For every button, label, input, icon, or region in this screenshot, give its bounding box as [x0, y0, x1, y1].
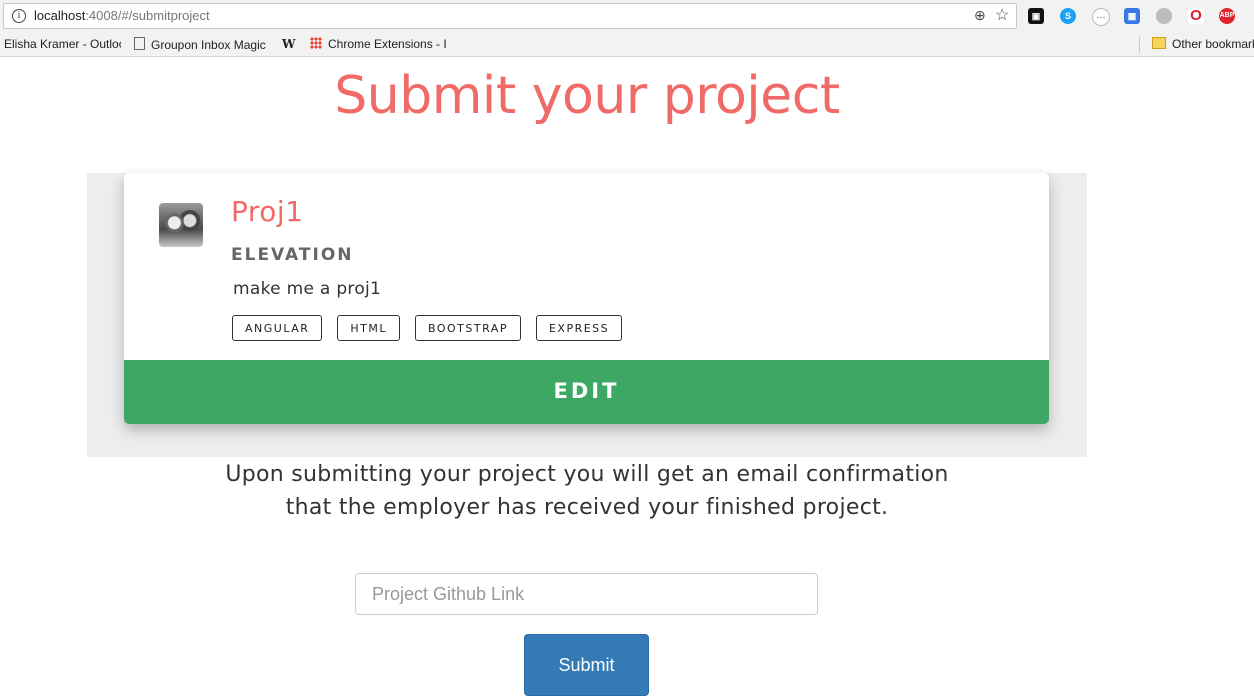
- page-icon: [134, 37, 145, 50]
- submit-button[interactable]: Submit: [524, 634, 649, 696]
- github-link-input[interactable]: [355, 573, 818, 615]
- bookmark-label: Groupon Inbox Magic: [151, 38, 266, 52]
- bookmark-label: Other bookmarks: [1172, 37, 1254, 51]
- tag-html: HTML: [337, 315, 401, 341]
- page-title: Submit your project: [334, 66, 840, 126]
- url-path: :4008/#/submitproject: [85, 8, 210, 23]
- wikipedia-icon: W: [282, 37, 296, 51]
- bookmarks-divider: [1139, 37, 1140, 53]
- edit-button[interactable]: EDIT: [124, 360, 1049, 424]
- folder-icon: [1152, 37, 1166, 49]
- fingerprint-extension-icon[interactable]: [1156, 8, 1172, 24]
- bookmark-chrome-extensions[interactable]: Chrome Extensions - I: [310, 37, 446, 51]
- skype-extension-icon[interactable]: S: [1060, 8, 1076, 24]
- bookmark-groupon[interactable]: Groupon Inbox Magic: [134, 37, 266, 52]
- bookmark-star-icon[interactable]: ☆: [995, 5, 1009, 25]
- submission-info: Upon submitting your project you will ge…: [0, 458, 1174, 524]
- bookmark-other[interactable]: Other bookmarks: [1152, 37, 1254, 51]
- company-name: ELEVATION: [231, 245, 354, 265]
- bookmark-label: Chrome Extensions - I: [328, 37, 446, 51]
- project-description: make me a proj1: [233, 279, 382, 299]
- info-icon[interactable]: i: [12, 9, 26, 23]
- project-avatar: [159, 203, 203, 247]
- tag-angular: ANGULAR: [232, 315, 323, 341]
- address-bar[interactable]: i localhost:4008/#/submitproject ⊕ ☆: [3, 3, 1017, 29]
- tech-tags: ANGULAR HTML BOOTSTRAP EXPRESS: [232, 315, 623, 341]
- adblock-extension-icon[interactable]: ABP: [1219, 8, 1235, 24]
- apps-grid-icon: [310, 37, 322, 49]
- browser-toolbar: i localhost:4008/#/submitproject ⊕ ☆ ▣ S…: [0, 0, 1254, 33]
- tag-express: EXPRESS: [535, 315, 623, 341]
- circle-extension-icon[interactable]: ⋯: [1092, 8, 1110, 26]
- project-card: Proj1 ELEVATION make me a proj1 ANGULAR …: [124, 173, 1049, 424]
- url-host: localhost: [34, 8, 86, 23]
- info-line-1: Upon submitting your project you will ge…: [225, 462, 949, 487]
- bookmark-wikipedia[interactable]: W: [282, 37, 301, 51]
- bookmark-outlook[interactable]: Elisha Kramer - Outloo: [4, 37, 121, 51]
- bookmarks-bar: Elisha Kramer - Outloo Groupon Inbox Mag…: [0, 33, 1254, 57]
- opera-extension-icon[interactable]: O: [1188, 8, 1204, 24]
- zoom-icon[interactable]: ⊕: [974, 7, 986, 24]
- info-line-2: that the employer has received your fini…: [285, 495, 889, 520]
- translate-extension-icon[interactable]: ▦: [1124, 8, 1140, 24]
- url-text[interactable]: localhost:4008/#/submitproject: [34, 8, 210, 23]
- project-name: Proj1: [231, 195, 304, 228]
- bookmark-label: Elisha Kramer - Outloo: [4, 37, 121, 51]
- tag-bootstrap: BOOTSTRAP: [415, 315, 521, 341]
- terminal-extension-icon[interactable]: ▣: [1028, 8, 1044, 24]
